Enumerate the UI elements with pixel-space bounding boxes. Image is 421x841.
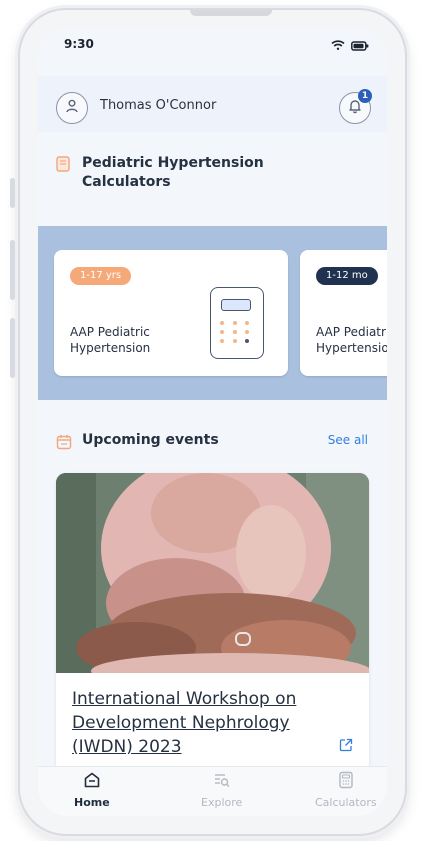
app-screen: 9:30 Thomas O'Connor 1 Pediatric Hyperte…	[38, 28, 387, 816]
event-title[interactable]: International Workshop on Development Ne…	[72, 687, 342, 759]
status-icons	[331, 36, 369, 55]
calculator-carousel[interactable]: 1-17 yrs AAP Pediatric Hypertension 1-12…	[38, 226, 387, 400]
calculators-section-title: Pediatric Hypertension Calculators	[56, 154, 296, 192]
calculator-card[interactable]: 1-17 yrs AAP Pediatric Hypertension	[54, 250, 288, 376]
phone-notch	[190, 10, 272, 16]
phone-side-button	[10, 240, 15, 300]
age-range-badge: 1-12 mo	[316, 267, 378, 285]
nav-calculators-label: Calculators	[315, 796, 377, 809]
explore-icon	[201, 771, 242, 792]
upcoming-events-title: Upcoming events	[82, 432, 219, 448]
calendar-icon	[56, 434, 72, 454]
status-time: 9:30	[64, 37, 94, 51]
event-image	[56, 473, 369, 689]
nav-home[interactable]: Home	[74, 771, 110, 809]
phone-side-button	[10, 318, 15, 378]
calculator-card[interactable]: 1-12 mo AAP Pediatri Hypertensio	[300, 250, 387, 376]
calculators-section-label: Pediatric Hypertension Calculators	[82, 155, 264, 190]
calculator-card-title: AAP Pediatri Hypertensio	[316, 325, 387, 355]
document-icon	[56, 156, 70, 178]
status-bar: 9:30	[38, 28, 387, 66]
notification-badge: 1	[358, 89, 372, 103]
calculator-card-title: AAP Pediatric Hypertension	[70, 325, 151, 355]
bottom-navigation: Home Explore Calculators	[38, 766, 387, 816]
user-name: Thomas O'Connor	[100, 98, 217, 113]
nav-explore-label: Explore	[201, 796, 243, 809]
notifications-button[interactable]: 1	[339, 89, 372, 124]
nav-explore[interactable]: Explore	[201, 771, 242, 809]
calculator-icon	[210, 287, 264, 359]
event-card[interactable]: International Workshop on Development Ne…	[56, 473, 369, 773]
battery-icon	[351, 36, 369, 55]
nav-calculators[interactable]: Calculators	[315, 771, 377, 809]
phone-frame: 9:30 Thomas O'Connor 1 Pediatric Hyperte…	[18, 8, 407, 836]
app-header: Thomas O'Connor 1	[38, 76, 387, 132]
nav-home-label: Home	[74, 796, 110, 809]
age-range-badge: 1-17 yrs	[70, 267, 132, 285]
wifi-icon	[331, 36, 345, 55]
upcoming-events-header: Upcoming events See all	[56, 432, 368, 454]
home-icon	[74, 771, 110, 792]
user-avatar[interactable]	[56, 92, 88, 124]
see-all-link[interactable]: See all	[328, 433, 368, 447]
calculator-nav-icon	[315, 771, 377, 792]
user-icon	[64, 98, 80, 118]
external-link-icon[interactable]	[339, 737, 353, 756]
phone-side-button	[10, 178, 15, 208]
